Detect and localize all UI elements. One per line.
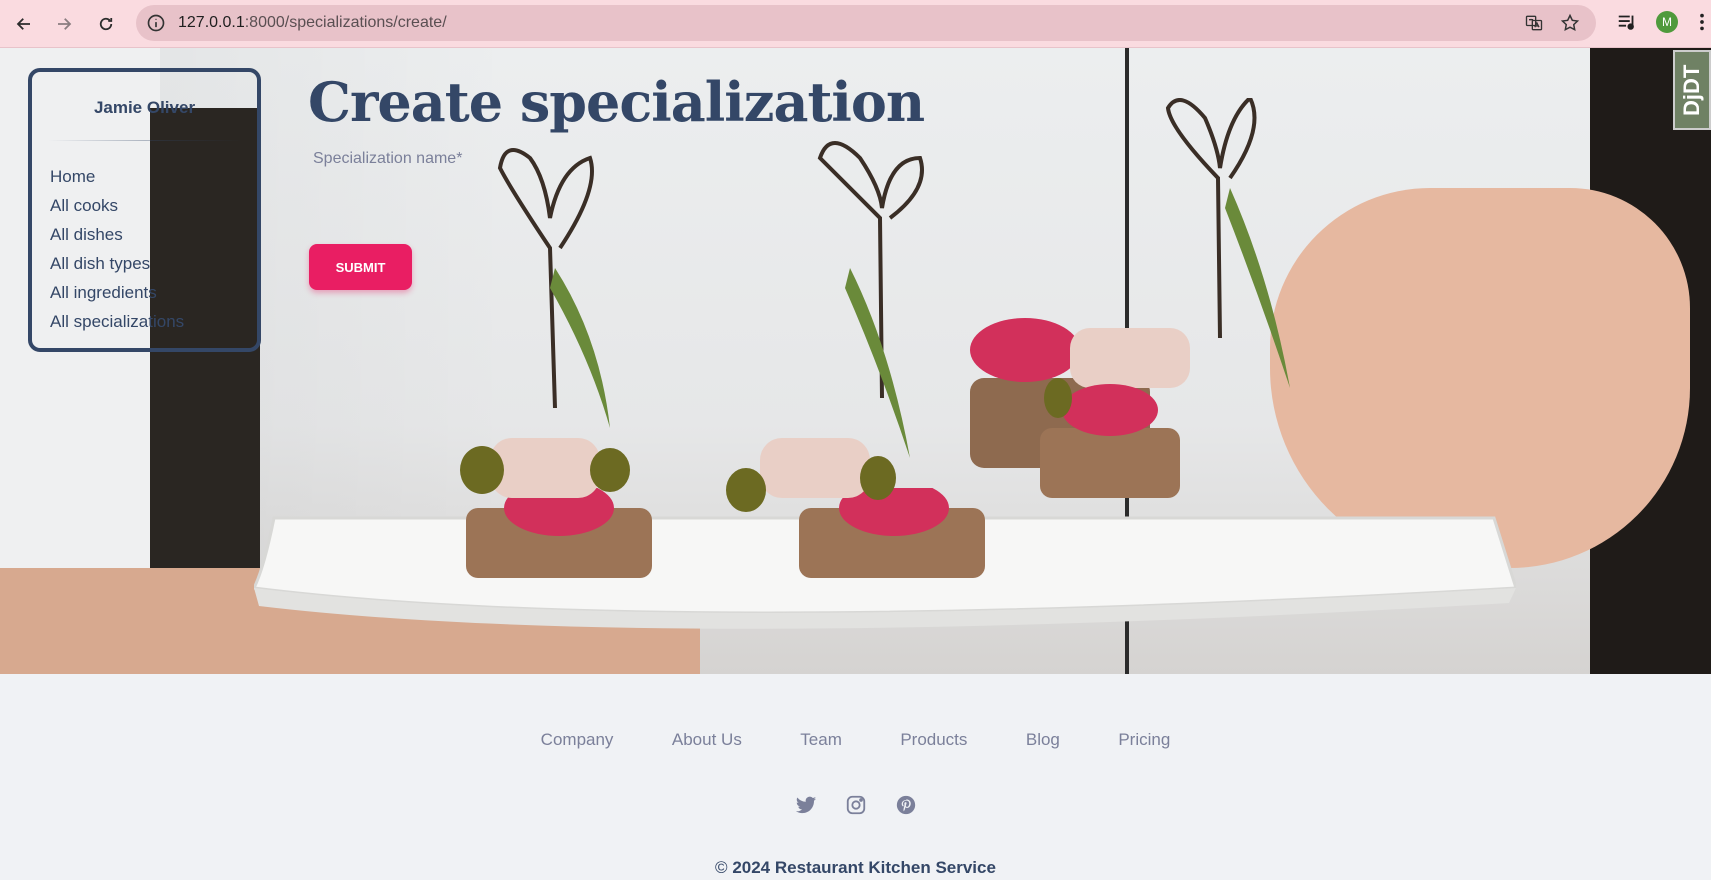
page-title: Create specialization: [308, 70, 925, 134]
back-button[interactable]: [10, 10, 38, 38]
instagram-icon[interactable]: [845, 794, 867, 816]
site-info-icon[interactable]: [146, 13, 166, 33]
media-controls-icon[interactable]: [1616, 11, 1638, 33]
profile-avatar[interactable]: M: [1656, 11, 1678, 33]
sidebar-divider: [48, 140, 243, 141]
sidebar-item-dish-types[interactable]: All dish types: [50, 249, 184, 278]
specialization-name-input[interactable]: [313, 172, 713, 208]
footer-link-products[interactable]: Products: [900, 730, 967, 750]
translate-icon[interactable]: [1524, 13, 1544, 33]
footer-link-about-us[interactable]: About Us: [672, 730, 742, 750]
url-text[interactable]: 127.0.0.1:8000/specializations/create/: [178, 14, 447, 32]
pinterest-icon[interactable]: [895, 794, 917, 816]
twitter-icon[interactable]: [795, 794, 817, 816]
footer-link-team[interactable]: Team: [800, 730, 842, 750]
menu-dots-icon[interactable]: [1697, 11, 1707, 33]
forward-arrow-icon: [58, 18, 72, 30]
sidebar-item-ingredients[interactable]: All ingredients: [50, 278, 184, 307]
bookmark-star-icon[interactable]: [1560, 13, 1580, 33]
django-debug-toolbar-handle[interactable]: DjDT: [1673, 50, 1711, 130]
user-name: Jamie Oliver: [93, 98, 196, 117]
submit-button[interactable]: SUBMIT: [309, 244, 412, 290]
forward-button[interactable]: [50, 10, 78, 38]
reload-icon: [99, 17, 113, 31]
reload-button[interactable]: [92, 10, 120, 38]
sidebar-item-dishes[interactable]: All dishes: [50, 220, 184, 249]
footer-links: Company About Us Team Products Blog Pric…: [0, 730, 1711, 750]
footer-link-pricing[interactable]: Pricing: [1118, 730, 1170, 750]
sidebar-item-cooks[interactable]: All cooks: [50, 191, 184, 220]
sidebar-item-specializations[interactable]: All specializations: [50, 307, 184, 336]
address-bar[interactable]: 127.0.0.1:8000/specializations/create/: [136, 5, 1596, 41]
browser-toolbar: 127.0.0.1:8000/specializations/create/ M: [0, 0, 1711, 48]
specialization-name-label: Specialization name*: [313, 150, 463, 167]
copyright-text: © 2024 Restaurant Kitchen Service: [715, 858, 996, 877]
sidebar-item-home[interactable]: Home: [50, 162, 184, 191]
back-arrow-icon: [16, 18, 30, 30]
social-links: [0, 794, 1711, 816]
footer-link-blog[interactable]: Blog: [1026, 730, 1060, 750]
sidebar-nav: Jamie Oliver Home All cooks All dishes A…: [28, 68, 261, 352]
sidebar-menu: Home All cooks All dishes All dish types…: [50, 162, 184, 336]
footer-link-company[interactable]: Company: [541, 730, 614, 750]
